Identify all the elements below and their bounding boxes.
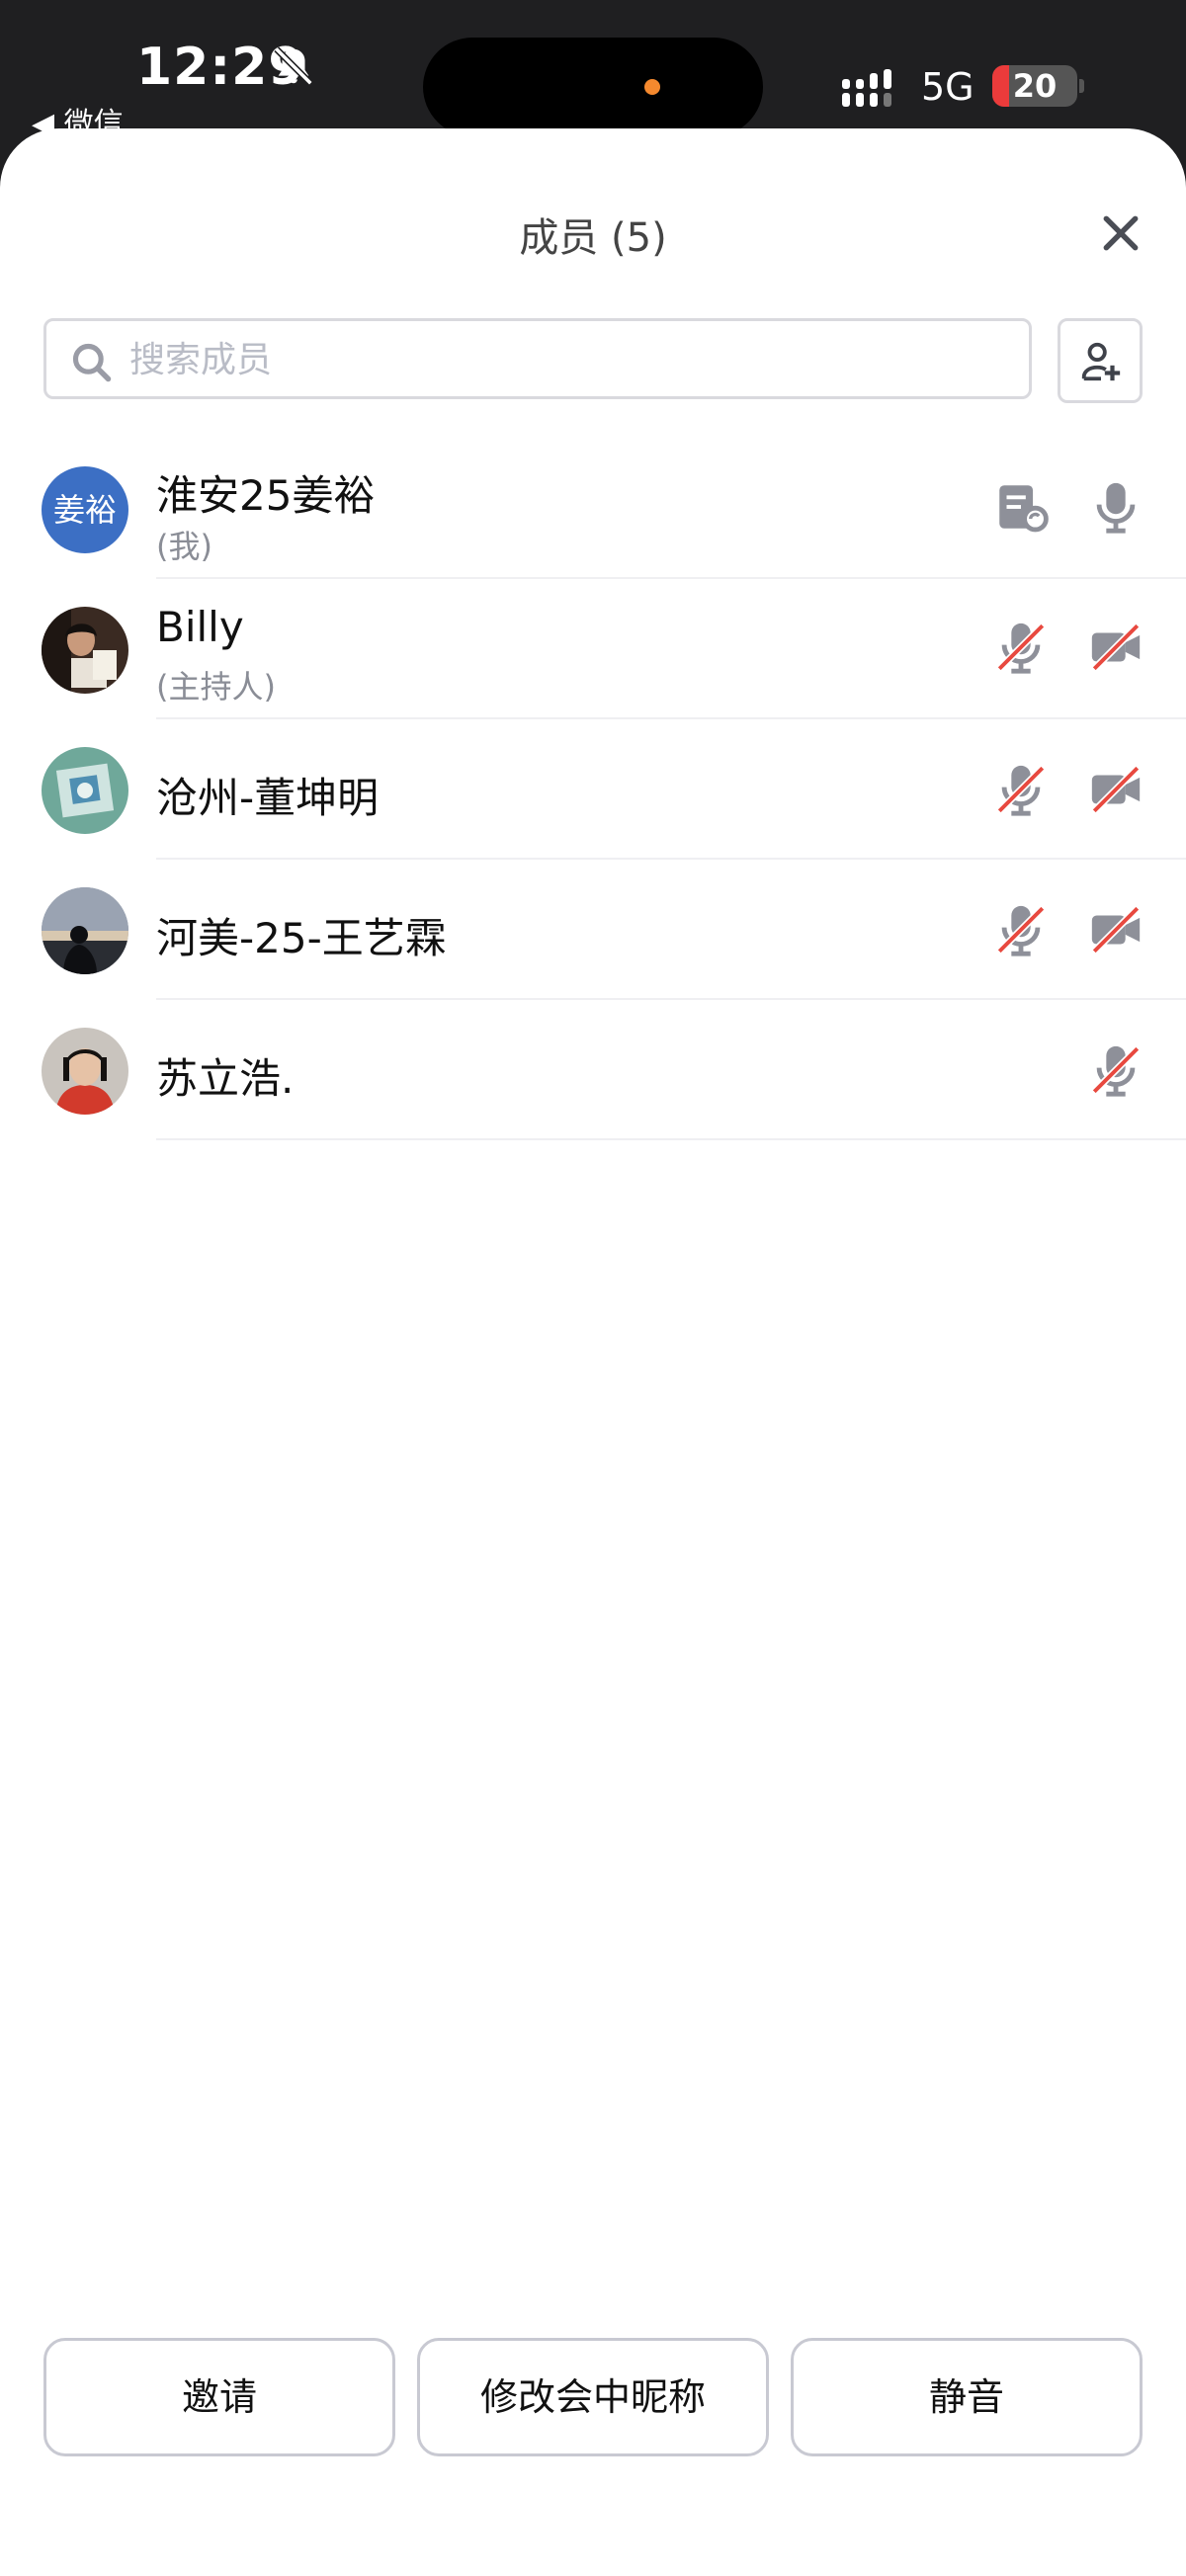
bell-muted-icon xyxy=(274,46,313,86)
microphone-muted-icon[interactable] xyxy=(992,761,1050,818)
battery-indicator: 20 xyxy=(992,65,1077,107)
member-row[interactable]: 苏立浩. xyxy=(0,1000,1186,1140)
member-row[interactable]: 姜裕 淮安25姜裕 (我) xyxy=(0,439,1186,579)
add-user-icon xyxy=(1081,342,1121,381)
battery-cap xyxy=(1079,79,1084,93)
member-role: (主持人) xyxy=(156,668,276,706)
camera-off-icon[interactable] xyxy=(1087,619,1144,676)
microphone-muted-icon[interactable] xyxy=(992,901,1050,958)
network-type: 5G xyxy=(921,65,974,109)
dynamic-island xyxy=(423,38,763,136)
mute-all-button[interactable]: 静音 xyxy=(791,2338,1143,2456)
microphone-icon[interactable] xyxy=(1087,478,1144,536)
member-row[interactable]: Billy (主持人) xyxy=(0,579,1186,719)
avatar xyxy=(42,1028,128,1115)
member-name: 河美-25-王艺霖 xyxy=(156,914,447,962)
camera-off-icon[interactable] xyxy=(1087,901,1144,958)
member-name: Billy xyxy=(156,603,244,651)
member-name: 淮安25姜裕 xyxy=(156,471,376,520)
search-box xyxy=(43,318,1032,399)
row-divider xyxy=(156,1138,1186,1140)
avatar: 姜裕 xyxy=(42,466,128,553)
member-name: 沧州-董坤明 xyxy=(156,774,380,822)
member-name: 苏立浩. xyxy=(156,1054,295,1103)
transcript-icon[interactable] xyxy=(992,478,1050,536)
page-title: 成员 (5) xyxy=(519,215,667,261)
invite-button[interactable]: 邀请 xyxy=(43,2338,395,2456)
member-row[interactable]: 沧州-董坤明 xyxy=(0,719,1186,860)
avatar xyxy=(42,607,128,694)
search-icon xyxy=(72,343,112,382)
signal-icon xyxy=(842,69,891,107)
members-sheet: 成员 (5) 姜裕 淮安25姜裕 (我) xyxy=(0,128,1186,2576)
camera-off-icon[interactable] xyxy=(1087,761,1144,818)
camera-indicator-dot xyxy=(644,79,660,95)
close-icon[interactable] xyxy=(1099,211,1143,255)
add-member-button[interactable] xyxy=(1058,318,1143,403)
battery-percent: 20 xyxy=(1012,67,1058,105)
avatar xyxy=(42,887,128,974)
status-bar: 12:29 ◀ 微信 5G 20 xyxy=(0,0,1186,141)
microphone-muted-icon[interactable] xyxy=(1087,1041,1144,1099)
member-role: (我) xyxy=(156,528,212,565)
microphone-muted-icon[interactable] xyxy=(992,619,1050,676)
rename-nickname-button[interactable]: 修改会中昵称 xyxy=(417,2338,769,2456)
member-row[interactable]: 河美-25-王艺霖 xyxy=(0,860,1186,1000)
search-input[interactable] xyxy=(127,321,1021,398)
avatar xyxy=(42,747,128,834)
